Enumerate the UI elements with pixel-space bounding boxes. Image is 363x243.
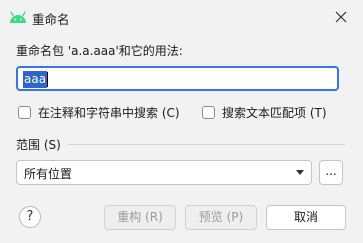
scope-selected-value: 所有位置 bbox=[24, 167, 73, 181]
scope-divider bbox=[67, 144, 345, 145]
text-caret bbox=[47, 72, 49, 87]
search-text-label: 搜索文本匹配项 (T) bbox=[222, 106, 327, 120]
search-comments-option[interactable]: 在注释和字符串中搜索 (C) bbox=[18, 104, 180, 121]
new-name-input[interactable]: aaa bbox=[16, 66, 339, 91]
refactor-button[interactable]: 重构 (R) bbox=[104, 205, 176, 230]
name-value: aaa bbox=[23, 71, 48, 88]
chevron-down-icon bbox=[296, 170, 304, 175]
rename-description: 重命名包 'a.a.aaa'和它的用法: bbox=[16, 44, 183, 58]
search-comments-label: 在注释和字符串中搜索 (C) bbox=[38, 106, 180, 120]
cancel-button[interactable]: 取消 bbox=[266, 205, 346, 230]
help-button[interactable]: ? bbox=[19, 206, 41, 228]
scope-dropdown[interactable]: 所有位置 bbox=[16, 160, 312, 185]
scope-more-button[interactable]: ... bbox=[319, 160, 343, 185]
dialog-title: 重命名 bbox=[32, 12, 70, 27]
search-text-option[interactable]: 搜索文本匹配项 (T) bbox=[202, 104, 327, 121]
scope-section-title: 范围 (S) bbox=[16, 138, 61, 152]
search-text-checkbox[interactable] bbox=[202, 106, 215, 119]
title-bar: 重命名 bbox=[0, 0, 363, 34]
close-icon bbox=[335, 11, 347, 23]
android-icon bbox=[10, 11, 26, 23]
search-comments-checkbox[interactable] bbox=[18, 106, 31, 119]
close-button[interactable] bbox=[326, 3, 356, 31]
preview-button[interactable]: 预览 (P) bbox=[185, 205, 257, 230]
